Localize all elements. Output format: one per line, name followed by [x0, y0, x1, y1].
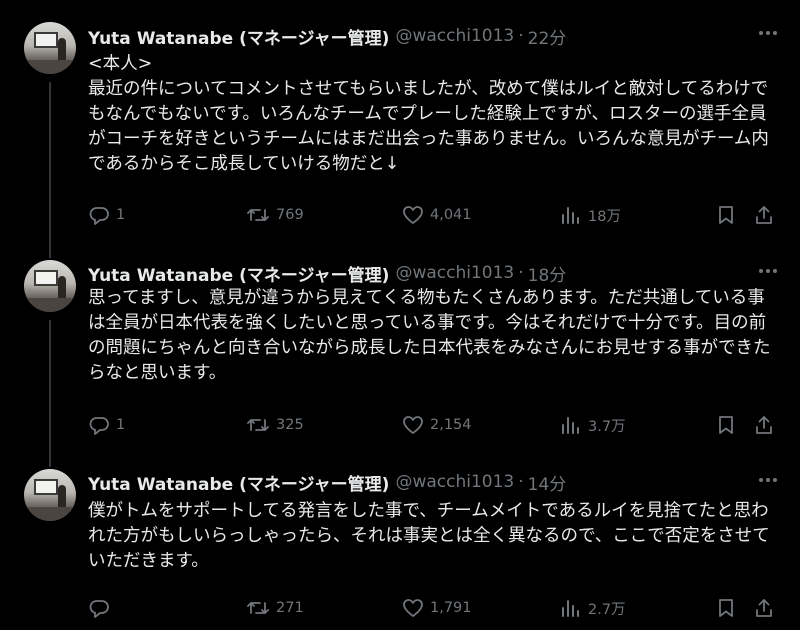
thread-line — [49, 320, 51, 467]
retweet-icon — [246, 205, 270, 225]
like-button[interactable]: 1,791 — [402, 597, 472, 619]
retweet-count: 325 — [276, 417, 304, 433]
action-bar: 1 769 4,041 18万 — [88, 204, 788, 226]
bookmark-button[interactable] — [716, 414, 736, 436]
views-count: 18万 — [588, 208, 621, 225]
reply-icon — [88, 598, 110, 618]
share-icon — [754, 205, 774, 225]
reply-count: 1 — [116, 207, 126, 223]
share-button[interactable] — [754, 414, 774, 436]
like-count: 1,791 — [430, 600, 472, 616]
tweet-header: Yuta Watanabe (マネージャー管理) @wacchi1013 · 2… — [88, 24, 567, 49]
separator-dot: · — [518, 26, 524, 46]
tweet-header: Yuta Watanabe (マネージャー管理) @wacchi1013 · 1… — [88, 470, 567, 495]
views-icon — [560, 598, 582, 618]
reply-icon — [88, 415, 110, 435]
like-count: 4,041 — [430, 207, 472, 223]
separator-dot: · — [518, 472, 524, 492]
share-button[interactable] — [754, 597, 774, 619]
user-handle[interactable]: @wacchi1013 — [395, 263, 514, 283]
action-bar: 1 325 2,154 3.7万 — [88, 414, 788, 436]
user-handle[interactable]: @wacchi1013 — [395, 26, 514, 46]
views-icon — [560, 205, 582, 225]
separator-dot: · — [518, 263, 524, 283]
share-icon — [754, 598, 774, 618]
retweet-icon — [246, 598, 270, 618]
reply-count: 1 — [116, 417, 126, 433]
display-name[interactable]: Yuta Watanabe (マネージャー管理) — [88, 261, 389, 286]
reply-icon — [88, 205, 110, 225]
avatar[interactable] — [24, 469, 76, 521]
more-icon[interactable] — [758, 24, 778, 42]
avatar[interactable] — [24, 260, 76, 312]
retweet-count: 769 — [276, 207, 304, 223]
reply-button[interactable] — [88, 597, 116, 619]
views-count: 3.7万 — [588, 418, 626, 435]
bookmark-button[interactable] — [716, 597, 736, 619]
views-icon — [560, 415, 582, 435]
tweet-text: 僕がトムをサポートしてる発言をした事で、チームメイトであるルイを見捨てたと思われ… — [88, 501, 770, 571]
display-name[interactable]: Yuta Watanabe (マネージャー管理) — [88, 470, 389, 495]
tweet-text: <本人> 最近の件についてコメントさせてもらいましたが、改めて僕はルイと敵対して… — [88, 54, 769, 174]
tweet-text: 思ってますし、意見が違うから見えてくる物もたくさんあります。ただ共通している事は… — [88, 288, 771, 383]
thread-line — [49, 82, 51, 258]
user-handle[interactable]: @wacchi1013 — [395, 472, 514, 492]
retweet-button[interactable]: 769 — [246, 204, 304, 226]
timestamp[interactable]: 18分 — [528, 261, 567, 286]
views-button[interactable]: 18万 — [560, 204, 621, 226]
more-icon[interactable] — [758, 262, 778, 280]
views-count: 2.7万 — [588, 601, 626, 618]
avatar[interactable] — [24, 22, 76, 74]
bookmark-icon — [716, 598, 736, 618]
tweet-header: Yuta Watanabe (マネージャー管理) @wacchi1013 · 1… — [88, 261, 567, 286]
retweet-icon — [246, 415, 270, 435]
views-button[interactable]: 2.7万 — [560, 597, 626, 619]
heart-icon — [402, 415, 424, 435]
reply-button[interactable]: 1 — [88, 414, 125, 436]
timestamp[interactable]: 14分 — [528, 470, 567, 495]
heart-icon — [402, 205, 424, 225]
retweet-count: 271 — [276, 600, 304, 616]
share-icon — [754, 415, 774, 435]
retweet-button[interactable]: 325 — [246, 414, 304, 436]
share-button[interactable] — [754, 204, 774, 226]
timestamp[interactable]: 22分 — [528, 24, 567, 49]
heart-icon — [402, 598, 424, 618]
more-icon[interactable] — [758, 471, 778, 489]
bookmark-icon — [716, 415, 736, 435]
like-button[interactable]: 4,041 — [402, 204, 472, 226]
retweet-button[interactable]: 271 — [246, 597, 304, 619]
like-count: 2,154 — [430, 417, 472, 433]
reply-button[interactable]: 1 — [88, 204, 125, 226]
display-name[interactable]: Yuta Watanabe (マネージャー管理) — [88, 24, 389, 49]
bookmark-button[interactable] — [716, 204, 736, 226]
action-bar: 271 1,791 2.7万 — [88, 597, 788, 619]
like-button[interactable]: 2,154 — [402, 414, 472, 436]
bookmark-icon — [716, 205, 736, 225]
views-button[interactable]: 3.7万 — [560, 414, 626, 436]
